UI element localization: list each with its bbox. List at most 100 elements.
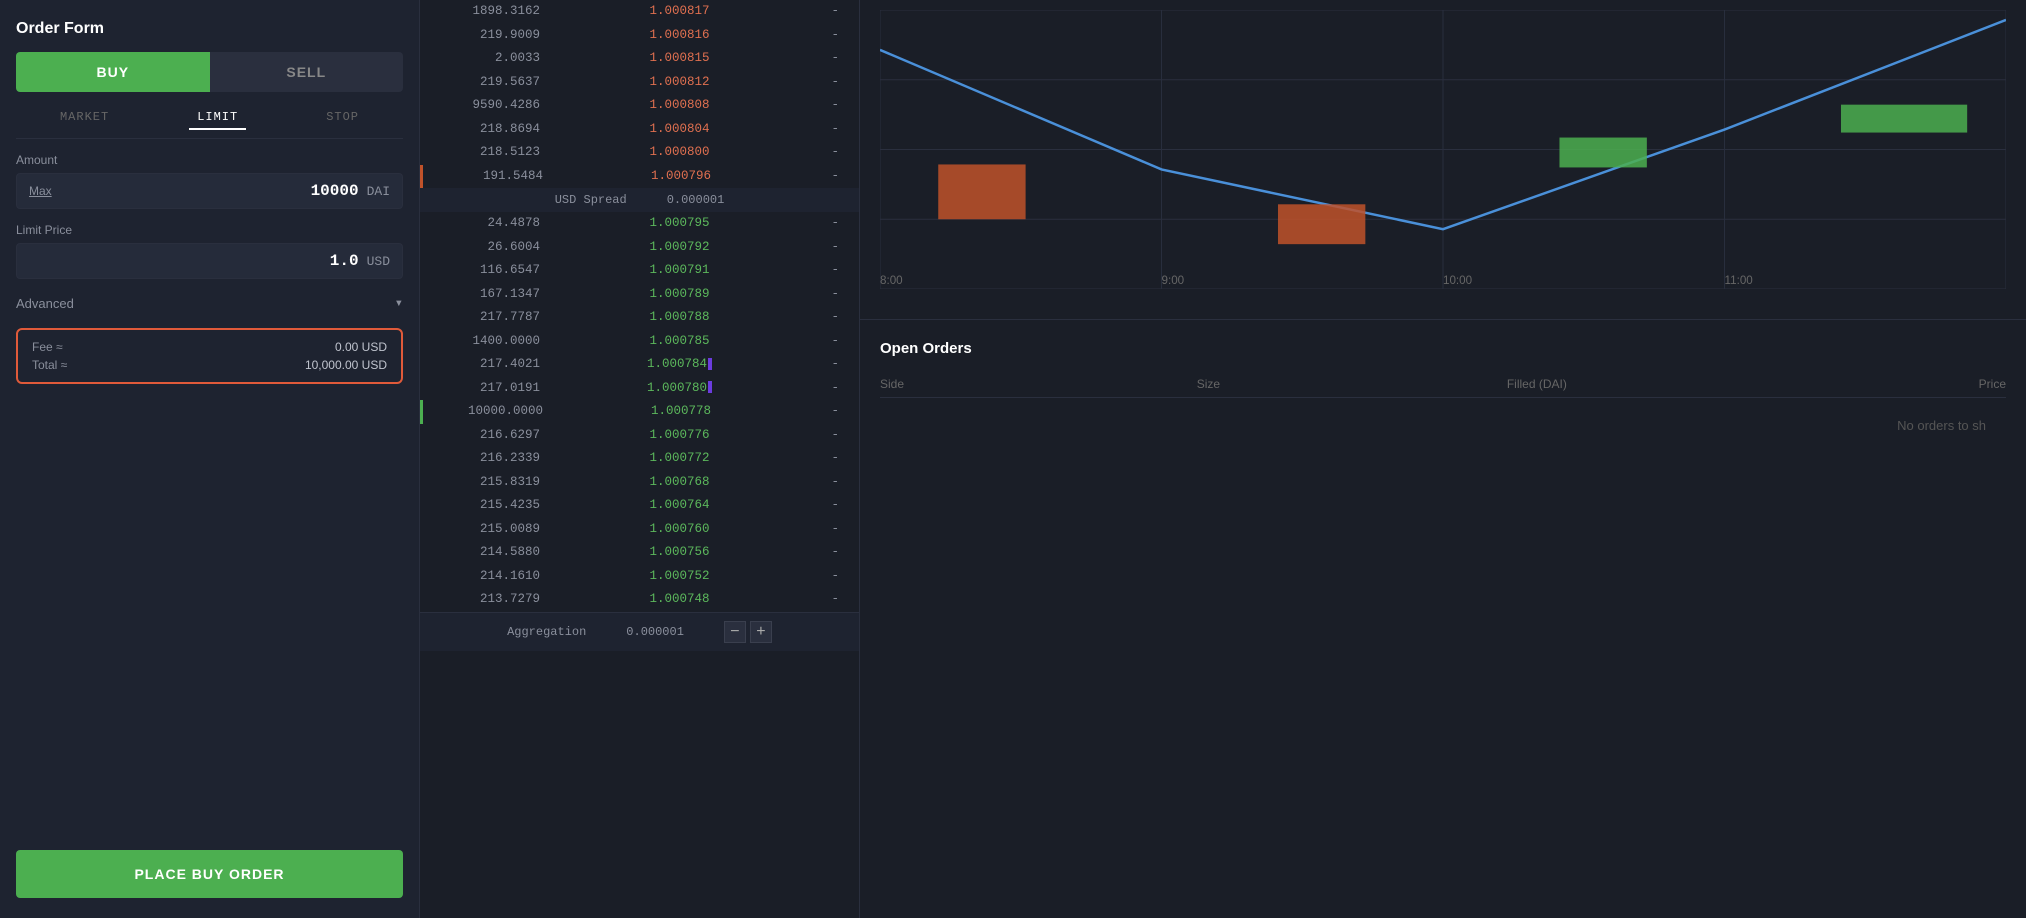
bid-mine: - bbox=[819, 262, 839, 280]
price-currency: USD bbox=[367, 254, 390, 269]
bid-row[interactable]: 217.7787 1.000788 - bbox=[420, 306, 859, 330]
bid-mine: - bbox=[819, 286, 839, 304]
ask-row[interactable]: 218.5123 1.000800 - bbox=[420, 141, 859, 165]
bid-size: 167.1347 bbox=[440, 286, 540, 304]
bid-price: 1.000785 bbox=[630, 333, 730, 351]
bid-price: 1.000776 bbox=[630, 427, 730, 445]
buy-button[interactable]: BUY bbox=[16, 52, 210, 92]
bid-price: 1.000768 bbox=[630, 474, 730, 492]
limit-price-field: Limit Price 1.0 USD bbox=[16, 223, 403, 279]
bid-row[interactable]: 167.1347 1.000789 - bbox=[420, 283, 859, 307]
bid-rows: 24.4878 1.000795 - 26.6004 1.000792 - 11… bbox=[420, 212, 859, 612]
ask-rows: 1898.3162 1.000817 - 219.9009 1.000816 -… bbox=[420, 0, 859, 188]
ask-row[interactable]: 1898.3162 1.000817 - bbox=[420, 0, 859, 24]
ask-price: 1.000812 bbox=[630, 74, 730, 92]
bid-row[interactable]: 214.1610 1.000752 - bbox=[420, 565, 859, 589]
col-header-size: Size bbox=[1068, 377, 1350, 391]
bid-row[interactable]: 10000.0000 1.000778 - bbox=[420, 400, 859, 424]
bid-row[interactable]: 24.4878 1.000795 - bbox=[420, 212, 859, 236]
aggregation-row: Aggregation 0.000001 − + bbox=[420, 612, 859, 651]
amount-label: Amount bbox=[16, 153, 403, 167]
aggregation-value: 0.000001 bbox=[626, 625, 684, 639]
bid-size: 26.6004 bbox=[440, 239, 540, 257]
ask-row[interactable]: 191.5484 1.000796 - bbox=[420, 165, 859, 189]
order-book-panel: 1898.3162 1.000817 - 219.9009 1.000816 -… bbox=[420, 0, 860, 918]
aggregation-controls: − + bbox=[724, 621, 772, 643]
ask-row[interactable]: 219.5637 1.000812 - bbox=[420, 71, 859, 95]
bid-size: 215.0089 bbox=[440, 521, 540, 539]
bid-mine: - bbox=[819, 215, 839, 233]
ask-size: 191.5484 bbox=[443, 168, 543, 186]
bid-row[interactable]: 216.6297 1.000776 - bbox=[420, 424, 859, 448]
ask-size: 9590.4286 bbox=[440, 97, 540, 115]
ask-mine: - bbox=[819, 144, 839, 162]
place-buy-order-button[interactable]: PLACE BUY ORDER bbox=[16, 850, 403, 898]
ask-row[interactable]: 9590.4286 1.000808 - bbox=[420, 94, 859, 118]
bid-mine: - bbox=[819, 450, 839, 468]
price-chart: 8:00 9:00 10:00 11:00 bbox=[880, 10, 2006, 289]
total-value: 10,000.00 USD bbox=[305, 358, 387, 372]
bid-size: 1400.0000 bbox=[440, 333, 540, 351]
bid-row[interactable]: 214.5880 1.000756 - bbox=[420, 541, 859, 565]
ask-mine: - bbox=[819, 3, 839, 21]
aggregation-plus-button[interactable]: + bbox=[750, 621, 772, 643]
amount-input-row: Max 10000 DAI bbox=[16, 173, 403, 209]
bid-row[interactable]: 215.8319 1.000768 - bbox=[420, 471, 859, 495]
bid-row[interactable]: 217.4021 1.000784 - bbox=[420, 353, 859, 377]
bid-mine: - bbox=[819, 591, 839, 609]
ask-row[interactable]: 218.8694 1.000804 - bbox=[420, 118, 859, 142]
max-button[interactable]: Max bbox=[29, 184, 52, 198]
bid-mine: - bbox=[819, 333, 839, 351]
order-form-title: Order Form bbox=[16, 20, 403, 38]
bid-size: 217.0191 bbox=[440, 380, 540, 398]
bid-price: 1.000789 bbox=[630, 286, 730, 304]
aggregation-minus-button[interactable]: − bbox=[724, 621, 746, 643]
buy-sell-toggle: BUY SELL bbox=[16, 52, 403, 92]
aggregation-label: Aggregation bbox=[507, 625, 586, 639]
bid-row[interactable]: 1400.0000 1.000785 - bbox=[420, 330, 859, 354]
tab-limit[interactable]: LIMIT bbox=[189, 106, 246, 130]
spread-label: USD Spread bbox=[555, 193, 627, 207]
chart-area: 8:00 9:00 10:00 11:00 bbox=[860, 0, 2026, 320]
ask-mine: - bbox=[819, 74, 839, 92]
total-row: Total ≈ 10,000.00 USD bbox=[32, 358, 387, 372]
ask-row[interactable]: 2.0033 1.000815 - bbox=[420, 47, 859, 71]
bid-mine: - bbox=[819, 403, 839, 421]
sell-button[interactable]: SELL bbox=[210, 52, 404, 92]
svg-text:8:00: 8:00 bbox=[880, 273, 903, 287]
tab-market[interactable]: MARKET bbox=[52, 106, 117, 130]
bid-row[interactable]: 215.4235 1.000764 - bbox=[420, 494, 859, 518]
bid-price: 1.000764 bbox=[630, 497, 730, 515]
fee-value: 0.00 USD bbox=[335, 340, 387, 354]
ask-row[interactable]: 219.9009 1.000816 - bbox=[420, 24, 859, 48]
order-book-rows: 1898.3162 1.000817 - 219.9009 1.000816 -… bbox=[420, 0, 859, 918]
ask-size: 2.0033 bbox=[440, 50, 540, 68]
bid-mine: - bbox=[819, 239, 839, 257]
bid-row[interactable]: 215.0089 1.000760 - bbox=[420, 518, 859, 542]
open-orders-panel: Open Orders Side Size Filled (DAI) Price… bbox=[860, 320, 2026, 918]
bid-size: 217.7787 bbox=[440, 309, 540, 327]
ask-price: 1.000816 bbox=[630, 27, 730, 45]
bid-mine: - bbox=[819, 544, 839, 562]
limit-price-label: Limit Price bbox=[16, 223, 403, 237]
bid-row[interactable]: 213.7279 1.000748 - bbox=[420, 588, 859, 612]
bid-price: 1.000756 bbox=[630, 544, 730, 562]
price-input-row: 1.0 USD bbox=[16, 243, 403, 279]
fee-row: Fee ≈ 0.00 USD bbox=[32, 340, 387, 354]
bid-price: 1.000772 bbox=[630, 450, 730, 468]
bid-mine: - bbox=[819, 309, 839, 327]
bid-price: 1.000778 bbox=[631, 403, 731, 421]
bid-row[interactable]: 217.0191 1.000780 - bbox=[420, 377, 859, 401]
bid-size: 215.4235 bbox=[440, 497, 540, 515]
col-header-filled: Filled (DAI) bbox=[1349, 377, 1724, 391]
bid-row[interactable]: 216.2339 1.000772 - bbox=[420, 447, 859, 471]
ask-size: 1898.3162 bbox=[440, 3, 540, 21]
tab-stop[interactable]: STOP bbox=[318, 106, 367, 130]
order-type-tabs: MARKET LIMIT STOP bbox=[16, 106, 403, 139]
bid-row[interactable]: 26.6004 1.000792 - bbox=[420, 236, 859, 260]
col-header-side: Side bbox=[880, 377, 1068, 391]
bid-size: 214.1610 bbox=[440, 568, 540, 586]
bid-row[interactable]: 116.6547 1.000791 - bbox=[420, 259, 859, 283]
advanced-section[interactable]: Advanced ▾ bbox=[16, 293, 403, 314]
order-form-panel: Order Form BUY SELL MARKET LIMIT STOP Am… bbox=[0, 0, 420, 918]
